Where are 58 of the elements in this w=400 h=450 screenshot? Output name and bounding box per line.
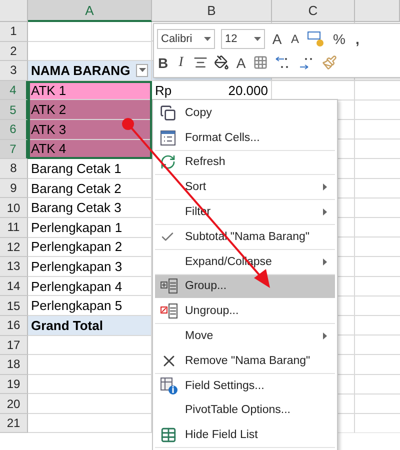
ungroup-icon	[160, 303, 178, 320]
row-header[interactable]: 14	[0, 276, 28, 296]
refresh-icon	[160, 154, 176, 170]
caret-icon	[204, 36, 211, 40]
table-cell: Perlengkapan 1	[28, 218, 152, 238]
field-list-icon	[160, 426, 177, 444]
row-header[interactable]: 8	[0, 159, 28, 179]
row-header[interactable]: 4	[0, 80, 28, 100]
row-header[interactable]: 11	[0, 218, 28, 238]
group-icon	[160, 278, 178, 294]
table-cell: Perlengkapan 4	[28, 276, 152, 296]
row-header[interactable]: 6	[0, 120, 28, 140]
copy-icon	[160, 104, 176, 121]
bold-button[interactable]: B	[157, 54, 169, 70]
row-header[interactable]: 3	[0, 61, 28, 81]
row-header[interactable]: 2	[0, 42, 28, 62]
column-header[interactable]: B	[152, 0, 272, 22]
table-cell: Grand Total	[28, 316, 152, 336]
caret-icon	[254, 36, 261, 40]
column-header[interactable]: A	[28, 0, 152, 22]
table-cell: ATK 2	[28, 100, 152, 120]
row-header[interactable]: 12	[0, 238, 28, 258]
table-cell: Barang Cetak 2	[28, 178, 152, 198]
currency-symbol: Rp	[155, 82, 172, 98]
comma-button[interactable]: ,	[351, 30, 364, 46]
align-center-icon[interactable]	[193, 55, 208, 70]
borders-icon[interactable]	[253, 55, 268, 70]
format-cells-icon	[160, 130, 176, 146]
filter-button[interactable]	[136, 64, 148, 77]
row-header[interactable]: 5	[0, 100, 28, 120]
cell-value: 20.000	[228, 82, 268, 98]
row-header[interactable]: 17	[0, 336, 28, 356]
row-header[interactable]: 18	[0, 355, 28, 375]
row-header[interactable]: 20	[0, 394, 28, 414]
row-header[interactable]: 21	[0, 414, 28, 434]
row-header[interactable]: 16	[0, 316, 28, 336]
font-dropdown[interactable]: Calibri	[157, 28, 215, 48]
row-header[interactable]: 1	[0, 22, 28, 42]
caret-icon	[138, 68, 146, 72]
menu-item[interactable]: Group...	[155, 274, 335, 300]
row-header[interactable]: 15	[0, 296, 28, 316]
grow-font-button[interactable]: A	[271, 30, 283, 46]
row-header[interactable]: 7	[0, 140, 28, 160]
row-header[interactable]: 9	[0, 178, 28, 198]
row-header[interactable]: 13	[0, 257, 28, 277]
font-size-dropdown[interactable]: 12	[221, 28, 265, 48]
field-settings-icon	[160, 376, 178, 395]
fill-color-icon[interactable]	[214, 55, 229, 70]
shrink-font-button[interactable]: A	[289, 32, 301, 46]
menu-item[interactable]: Refresh	[155, 150, 335, 176]
font-color-button[interactable]: A	[235, 54, 247, 70]
percent-button[interactable]: %	[333, 30, 346, 46]
italic-button[interactable]: I	[175, 54, 187, 70]
table-cell: Perlengkapan 2	[28, 238, 152, 258]
row-header[interactable]: 10	[0, 198, 28, 218]
row-header[interactable]: 19	[0, 374, 28, 394]
table-cell: NAMA BARANG	[28, 61, 152, 81]
column-header[interactable]: C	[272, 0, 355, 22]
